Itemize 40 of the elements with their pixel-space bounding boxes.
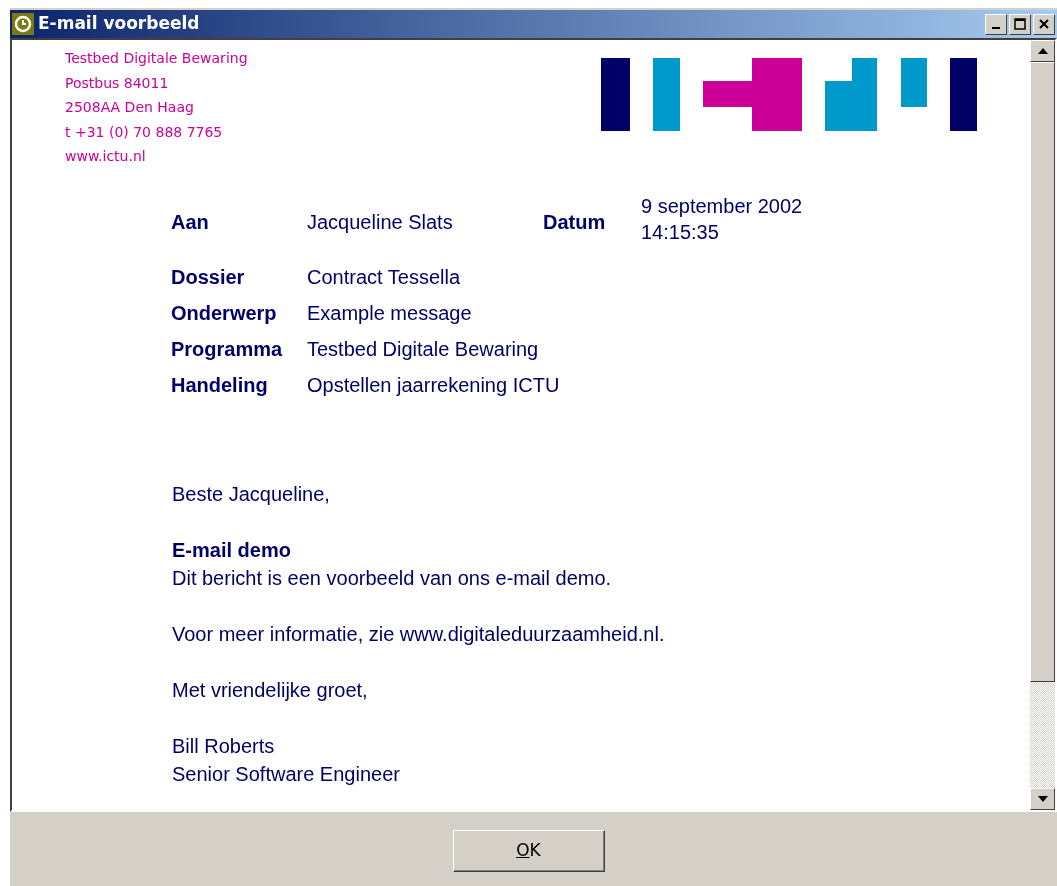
date-value: 14:15:35 [641,219,720,245]
field-label: Onderwerp [171,300,278,326]
message-line: Met vriendelijke groet, [172,677,369,703]
scroll-down-button[interactable] [1030,788,1055,810]
down-arrow-icon [1037,796,1048,802]
message-line: Bill Roberts [172,733,276,759]
window-title: E-mail voorbeeld [38,12,201,36]
message-line: Beste Jacqueline, [172,481,331,507]
message-line: Voor meer informatie, zie www.digitaleduurzaamheid.nl. [172,621,666,647]
field-value: Testbed Digitale Bewaring [307,336,540,362]
field-label: Dossier [171,264,246,290]
field-label: Handeling [171,372,269,398]
close-button[interactable] [1033,13,1055,35]
up-arrow-icon [1037,48,1048,54]
field-label: Programma [171,336,284,362]
maximize-button[interactable] [1009,13,1031,35]
address-line: www.ictu.nl [65,147,147,166]
field-value: Example message [307,300,473,326]
field-label: Datum [543,209,607,235]
close-icon [1038,18,1050,30]
app-icon [12,13,34,35]
minimize-icon [992,27,1000,29]
scrollbar[interactable] [1030,40,1055,810]
ok-button[interactable]: OK [452,830,605,872]
scroll-up-button[interactable] [1030,40,1055,62]
field-label: Aan [171,209,210,235]
field-value: Contract Tessella [307,264,462,290]
maximize-icon [1014,18,1026,30]
address-line: 2508AA Den Haag [65,98,195,117]
message-line: Dit bericht is een voorbeeld van ons e-mail demo. [172,565,613,591]
section-heading: E-mail demo [172,537,292,563]
scroll-thumb[interactable] [1030,62,1055,682]
message-line: Senior Software Engineer [172,761,401,787]
address-line: t +31 (0) 70 888 7765 [65,122,224,142]
address-line: Postbus 84011 [65,73,170,93]
field-value: Opstellen jaarrekening ICTU [307,372,560,398]
address-line: Testbed Digitale Bewaring [65,49,248,68]
minimize-button[interactable] [985,13,1007,35]
field-value: Jacqueline Slats [307,209,454,235]
date-value: 9 september 2002 [641,193,803,219]
